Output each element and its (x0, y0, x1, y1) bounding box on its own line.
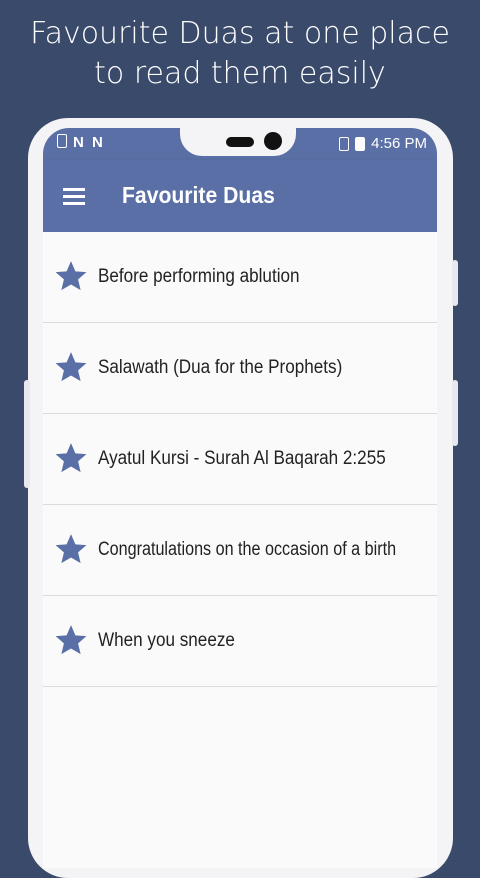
status-time: 4:56 PM (371, 135, 427, 152)
app-toolbar: Favourite Duas (43, 160, 437, 232)
phone-side-button (452, 380, 458, 446)
list-item-label: Congratulations on the occasion of a bir… (98, 539, 397, 560)
list-item-label: Salawath (Dua for the Prophets) (98, 357, 343, 378)
favourite-duas-list: Before performing ablution Salawath (Dua… (43, 232, 437, 687)
list-item[interactable]: Salawath (Dua for the Prophets) (43, 323, 437, 414)
star-icon[interactable] (54, 350, 88, 384)
phone-side-button (452, 260, 458, 306)
phone-screen: N N 4:56 PM Favourite Duas Before perfor… (43, 128, 437, 868)
notification-icons: N N (57, 134, 105, 151)
battery-icon (355, 136, 366, 151)
headline-line-1: Favourite Duas at one place (30, 16, 450, 51)
star-icon[interactable] (54, 441, 88, 475)
list-item-label: When you sneeze (98, 630, 235, 651)
page-title: Favourite Duas (122, 182, 275, 208)
star-icon[interactable] (54, 259, 88, 293)
camera-icon (264, 132, 282, 150)
list-item-label: Before performing ablution (98, 266, 300, 287)
no-sim-icon (339, 136, 350, 151)
phone-side-button (24, 380, 30, 488)
status-bar: N N 4:56 PM (43, 128, 437, 160)
camera-notch (180, 128, 296, 156)
list-item[interactable]: Before performing ablution (43, 232, 437, 323)
list-item-label: Ayatul Kursi - Surah Al Baqarah 2:255 (98, 448, 386, 469)
list-item[interactable]: Ayatul Kursi - Surah Al Baqarah 2:255 (43, 414, 437, 505)
list-item[interactable]: Congratulations on the occasion of a bir… (43, 505, 437, 596)
hamburger-menu-icon[interactable] (63, 188, 85, 205)
headline-line-2: to read them easily (94, 56, 386, 91)
promo-headline: Favourite Duas at one place to read them… (0, 14, 480, 94)
list-item[interactable]: When you sneeze (43, 596, 437, 687)
star-icon[interactable] (54, 623, 88, 657)
speaker-icon (226, 137, 254, 147)
system-icons: 4:56 PM (339, 135, 427, 152)
star-icon[interactable] (54, 532, 88, 566)
phone-notification-icon (57, 134, 67, 148)
